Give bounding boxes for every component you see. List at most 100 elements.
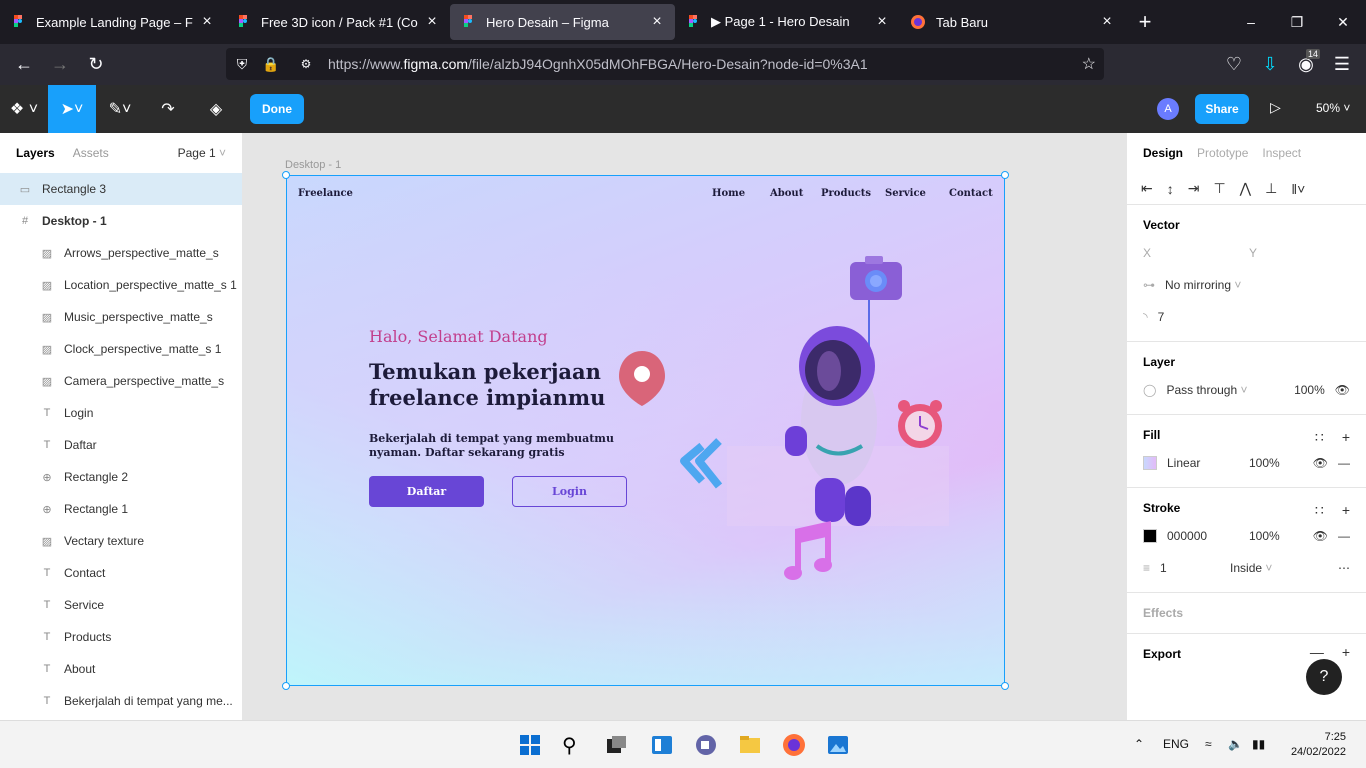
layer-item[interactable]: ▨ Clock_perspective_matte_s 1 bbox=[0, 333, 242, 365]
widgets-icon[interactable] bbox=[650, 733, 674, 757]
add-stroke-icon[interactable]: + bbox=[1342, 502, 1350, 519]
tray-chevron-icon[interactable]: ⌃ bbox=[1134, 737, 1144, 751]
file-explorer-icon[interactable] bbox=[738, 733, 762, 757]
share-button[interactable]: Share bbox=[1195, 94, 1249, 124]
browser-tab[interactable]: Free 3D icon / Pack #1 (Commu × bbox=[225, 4, 450, 40]
align-top-icon[interactable]: ⊤ bbox=[1213, 180, 1225, 197]
layer-item[interactable]: T Login bbox=[0, 397, 242, 429]
zoom-dropdown[interactable]: 50% ˅ bbox=[1316, 101, 1350, 115]
add-export-icon[interactable]: + bbox=[1342, 644, 1350, 660]
url-bar[interactable]: ⛨ 🔒 ⚙ https://www.figma.com/file/alzbJ94… bbox=[226, 48, 1104, 80]
close-tab-icon[interactable]: × bbox=[424, 13, 440, 31]
page-selector[interactable]: Page 1 ˅ bbox=[178, 146, 226, 160]
layer-item[interactable]: ⊕ Rectangle 2 bbox=[0, 461, 242, 493]
menu-icon[interactable]: ☰ bbox=[1324, 49, 1360, 81]
export-minus-icon[interactable]: — bbox=[1310, 644, 1324, 660]
remove-fill-icon[interactable]: — bbox=[1338, 456, 1350, 470]
styles-icon[interactable]: ∷ bbox=[1315, 429, 1324, 446]
firefox-icon[interactable] bbox=[782, 733, 806, 757]
login-button[interactable]: Login bbox=[512, 476, 627, 507]
fill-visibility-icon[interactable]: 👁 bbox=[1313, 456, 1328, 470]
y-field[interactable]: Y bbox=[1249, 246, 1257, 260]
windows-start-icon[interactable] bbox=[518, 733, 542, 757]
system-clock[interactable]: 7:25 24/02/2022 bbox=[1291, 730, 1346, 760]
visibility-icon[interactable]: 👁 bbox=[1335, 383, 1350, 397]
layer-item[interactable]: T Bekerjalah di tempat yang me... bbox=[0, 685, 242, 717]
canvas[interactable]: Desktop - 1 Freelance Home About Product… bbox=[243, 133, 1126, 720]
align-left-icon[interactable]: ⇤ bbox=[1141, 180, 1153, 197]
nav-home[interactable]: Home bbox=[712, 188, 745, 199]
browser-tab[interactable]: Example Landing Page – Figma × bbox=[0, 4, 225, 40]
layer-item[interactable]: T Contact bbox=[0, 557, 242, 589]
bend-tool-icon[interactable]: ↷ bbox=[144, 85, 192, 133]
wifi-icon[interactable]: ≈ bbox=[1205, 737, 1212, 751]
layer-item[interactable]: T Daftar bbox=[0, 429, 242, 461]
present-icon[interactable]: ▷ bbox=[1270, 99, 1281, 116]
nav-service[interactable]: Service bbox=[885, 188, 926, 199]
tab-assets[interactable]: Assets bbox=[73, 146, 109, 160]
close-tab-icon[interactable]: × bbox=[874, 13, 890, 31]
task-view-icon[interactable] bbox=[604, 733, 628, 757]
close-tab-icon[interactable]: × bbox=[1099, 13, 1115, 31]
chat-icon[interactable] bbox=[694, 733, 718, 757]
paint-bucket-icon[interactable]: ◈ bbox=[192, 85, 240, 133]
nav-contact[interactable]: Contact bbox=[949, 188, 993, 199]
avatar[interactable]: A bbox=[1157, 98, 1179, 120]
layer-item[interactable]: # Desktop - 1 bbox=[0, 205, 242, 237]
layer-item[interactable]: ▨ Music_perspective_matte_s bbox=[0, 301, 242, 333]
camera-icon[interactable] bbox=[850, 256, 902, 346]
download-icon[interactable]: ⇩ bbox=[1252, 49, 1288, 81]
stroke-position-dropdown[interactable]: Inside ˅ bbox=[1230, 561, 1272, 575]
remove-stroke-icon[interactable]: — bbox=[1338, 529, 1350, 543]
alarm-clock-icon[interactable] bbox=[898, 400, 942, 448]
greeting-text[interactable]: Halo, Selamat Datang bbox=[369, 327, 548, 346]
align-vcenter-icon[interactable]: ⋀ bbox=[1240, 180, 1251, 197]
tab-layers[interactable]: Layers bbox=[16, 146, 55, 160]
help-icon[interactable]: ? bbox=[1306, 659, 1342, 695]
stroke-styles-icon[interactable]: ∷ bbox=[1315, 502, 1324, 519]
tab-prototype[interactable]: Prototype bbox=[1197, 146, 1248, 160]
browser-tab[interactable]: ▶ Page 1 - Hero Desain × bbox=[675, 4, 900, 40]
permissions-icon[interactable]: ⚙ bbox=[284, 57, 328, 71]
language-indicator[interactable]: ENG bbox=[1163, 737, 1189, 751]
battery-icon[interactable]: ▮▮ bbox=[1252, 737, 1265, 751]
bookmark-star-icon[interactable]: ☆ bbox=[1082, 54, 1096, 74]
forward-icon[interactable]: → bbox=[42, 49, 78, 81]
close-window-icon[interactable]: ✕ bbox=[1320, 0, 1366, 44]
desktop-frame[interactable]: Freelance Home About Products Service Co… bbox=[286, 175, 1005, 686]
done-button[interactable]: Done bbox=[250, 94, 304, 124]
photos-icon[interactable] bbox=[826, 733, 850, 757]
music-note-icon[interactable] bbox=[784, 521, 832, 580]
pen-tool-icon[interactable]: ✎˅ bbox=[96, 85, 144, 133]
align-hcenter-icon[interactable]: ↕ bbox=[1167, 181, 1174, 197]
layer-item[interactable]: T About bbox=[0, 653, 242, 685]
browser-tab[interactable]: Hero Desain – Figma × bbox=[450, 4, 675, 40]
daftar-button[interactable]: Daftar bbox=[369, 476, 484, 507]
align-right-icon[interactable]: ⇥ bbox=[1188, 180, 1200, 197]
layer-item[interactable]: ▨ Arrows_perspective_matte_s bbox=[0, 237, 242, 269]
corner-radius-field[interactable]: 7 bbox=[1158, 310, 1165, 324]
search-icon[interactable]: ⚲ bbox=[562, 733, 586, 757]
stroke-color[interactable]: 000000 bbox=[1167, 529, 1239, 543]
tab-design[interactable]: Design bbox=[1143, 146, 1183, 160]
close-tab-icon[interactable]: × bbox=[649, 13, 665, 31]
frame-label[interactable]: Desktop - 1 bbox=[285, 159, 341, 171]
stroke-weight[interactable]: 1 bbox=[1160, 561, 1220, 575]
reload-icon[interactable]: ↻ bbox=[78, 49, 114, 81]
new-tab-button[interactable]: + bbox=[1125, 9, 1165, 35]
extensions-icon[interactable]: ◉ 14 bbox=[1288, 48, 1324, 81]
lock-icon[interactable]: 🔒 bbox=[258, 56, 284, 73]
main-menu-icon[interactable]: ❖ ˅ bbox=[0, 85, 48, 133]
minimize-icon[interactable]: – bbox=[1228, 0, 1274, 44]
brand-logo[interactable]: Freelance bbox=[298, 188, 353, 199]
align-bottom-icon[interactable]: ⊥ bbox=[1265, 180, 1277, 197]
stroke-opacity[interactable]: 100% bbox=[1249, 529, 1280, 543]
fill-opacity[interactable]: 100% bbox=[1249, 456, 1280, 470]
hero-illustration[interactable] bbox=[617, 246, 1005, 586]
fill-type[interactable]: Linear bbox=[1167, 456, 1239, 470]
headline[interactable]: Temukan pekerjaan freelance impianmu bbox=[369, 359, 629, 411]
add-fill-icon[interactable]: + bbox=[1342, 429, 1350, 446]
mirroring-dropdown[interactable]: No mirroring ˅ bbox=[1165, 278, 1241, 292]
layer-item[interactable]: ▨ Camera_perspective_matte_s bbox=[0, 365, 242, 397]
url-text[interactable]: https://www.figma.com/file/alzbJ94OgnhX0… bbox=[328, 56, 868, 72]
